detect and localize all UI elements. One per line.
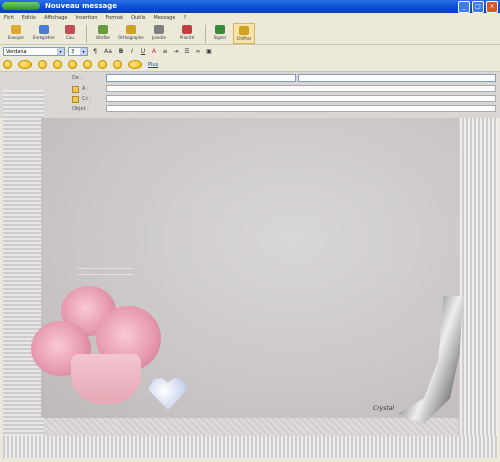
smiley-icon[interactable] [128,60,142,69]
smiley-icon[interactable] [18,60,32,69]
priority-button[interactable]: Priorité [174,23,200,44]
cc-label: Cc : [82,96,92,102]
font-color-icon[interactable]: A [150,48,158,56]
to-field[interactable] [106,85,496,92]
app-logo [2,2,40,10]
smiley-icon[interactable] [68,60,77,69]
underline-button[interactable]: U [139,48,147,56]
menu-tools[interactable]: Outils [131,13,145,23]
send-button[interactable]: Envoyer [3,23,29,44]
from-label: De : [72,75,83,81]
menu-message[interactable]: Message [154,13,176,23]
smiley-icon[interactable] [38,60,47,69]
address-book-icon[interactable] [72,86,79,93]
menu-edit[interactable]: Editio [22,13,36,23]
border-decoration [458,118,498,458]
send-icon [11,25,21,34]
picture-icon[interactable]: ▣ [205,48,213,56]
toolbar-separator [86,25,87,43]
chevron-down-icon: ▾ [57,48,64,55]
message-body[interactable]: Crystal [3,90,498,458]
encrypt-icon [239,26,249,35]
menu-bar: Fich Editio Affichage Insertion Format O… [0,13,500,23]
message-header: De : À : Cc : Objet : [0,72,500,118]
format-toolbar: Verdana ▾ 3 ▾ ¶ Aa B I U A ≡ ⇥ ☰ ∞ ▣ [0,45,500,58]
save-icon [39,25,49,34]
cc-field[interactable] [106,95,496,102]
title-bar: Nouveau message _ □ × [0,0,500,13]
smiley-icon[interactable] [3,60,12,69]
check-button[interactable]: Vérifier [90,23,116,44]
spell-button[interactable]: Orthographe [118,23,144,44]
roses-image [31,286,166,406]
address-book-icon[interactable] [72,96,79,103]
toolbar-separator [205,25,206,43]
bold-button[interactable]: B [117,48,125,56]
text-style-label[interactable]: Aa [102,48,114,56]
attach-button[interactable]: Joindre [146,23,172,44]
menu-format[interactable]: Format [105,13,123,23]
cut-button[interactable]: Cou [59,23,81,44]
priority-icon [182,25,192,34]
menu-insert[interactable]: Insertion [75,13,97,23]
link-icon[interactable]: ∞ [194,48,202,56]
maximize-button[interactable]: □ [472,1,484,13]
more-smileys-link[interactable]: Plus [148,62,158,68]
subject-label: Objet : [72,106,89,112]
signature-text: Crystal [373,405,395,412]
encrypt-button[interactable]: Chiffrer [233,23,255,44]
minimize-button[interactable]: _ [458,1,470,13]
stationery-select[interactable] [106,74,296,82]
align-icon[interactable]: ☰ [183,48,191,56]
list-icon[interactable]: ≡ [161,48,169,56]
window-title: Nouveau message [45,2,117,10]
text-cursor-area[interactable] [78,268,133,275]
smiley-icon[interactable] [83,60,92,69]
main-toolbar: Envoyer Enregistrer Cou Vérifier Orthogr… [0,23,500,45]
to-label: À : [82,86,89,92]
smiley-icon[interactable] [98,60,107,69]
paragraph-style-icon[interactable]: ¶ [91,48,99,56]
save-button[interactable]: Enregistrer [31,23,57,44]
border-decoration [3,436,498,458]
italic-button[interactable]: I [128,48,136,56]
account-select[interactable] [298,74,496,82]
check-icon [98,25,108,34]
attach-icon [154,25,164,34]
font-select[interactable]: Verdana ▾ [3,47,65,56]
close-button[interactable]: × [486,1,498,13]
bowl-image [71,354,141,404]
chevron-down-icon: ▾ [80,48,87,55]
font-size-select[interactable]: 3 ▾ [68,47,88,56]
smiley-icon[interactable] [53,60,62,69]
indent-icon[interactable]: ⇥ [172,48,180,56]
spell-icon [126,25,136,34]
menu-file[interactable]: Fich [4,13,14,23]
smiley-icon[interactable] [113,60,122,69]
cut-icon [65,25,75,34]
sign-button[interactable]: Signer [209,23,231,44]
menu-help[interactable]: ? [183,13,186,23]
subject-field[interactable] [106,105,496,112]
menu-view[interactable]: Affichage [44,13,68,23]
smiley-bar: Plus [0,58,500,72]
sign-icon [215,25,225,34]
